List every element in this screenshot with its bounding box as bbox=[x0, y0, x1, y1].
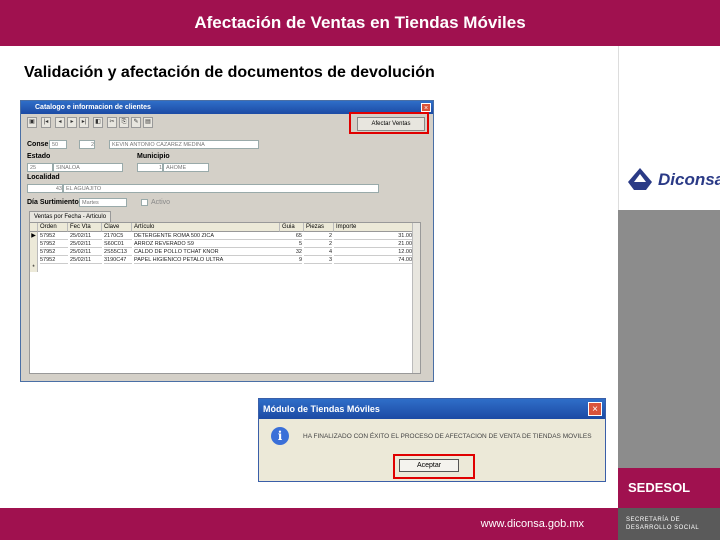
new-row-marker: * bbox=[30, 264, 38, 272]
col-importe: Importe bbox=[334, 223, 414, 232]
cell-articulo: PAPEL HIGIENICO PETALO ULTRA bbox=[134, 256, 280, 264]
diconsa-wordmark: Diconsa bbox=[658, 170, 720, 189]
first-record-icon[interactable]: |◂ bbox=[41, 117, 51, 128]
client-name-field[interactable]: KEVIN ANTONIO CAZAREZ MEDINA bbox=[109, 140, 259, 149]
prev-record-icon[interactable]: ◂ bbox=[55, 117, 65, 128]
next-record-icon[interactable]: ▸ bbox=[67, 117, 77, 128]
header-title: Afectación de Ventas en Tiendas Móviles bbox=[194, 13, 526, 32]
message-dialog: Módulo de Tiendas Móviles × i HA FINALIZ… bbox=[258, 398, 606, 482]
find-icon[interactable]: ◧ bbox=[93, 117, 103, 128]
cell-fec-vta: 25/02/11 bbox=[70, 240, 102, 248]
dialog-message: HA FINALIZADO CON ÉXITO EL PROCESO DE AF… bbox=[303, 433, 592, 440]
aceptar-highlight-box bbox=[393, 454, 475, 479]
row-marker bbox=[30, 256, 38, 264]
cell-articulo: ARROZ REVERADO S9 bbox=[134, 240, 280, 248]
info-icon: i bbox=[271, 427, 289, 445]
cell-orden: 57952 bbox=[40, 256, 68, 264]
cell-importe: 31.00 bbox=[334, 232, 412, 240]
cut-icon[interactable]: ✂ bbox=[107, 117, 117, 128]
header-bar: Afectación de Ventas en Tiendas Móviles bbox=[0, 0, 720, 46]
dia-select[interactable]: Martes bbox=[79, 198, 127, 207]
cell-clave: 3190C47 bbox=[104, 256, 132, 264]
cell-importe: 21.00 bbox=[334, 240, 412, 248]
client-catalog-title: Catalogo e informacion de clientes bbox=[35, 104, 151, 111]
col-articulo: Artículo bbox=[132, 223, 280, 232]
cell-clave: S60C01 bbox=[104, 240, 132, 248]
cell-piezas: 2 bbox=[304, 240, 332, 248]
report-icon[interactable]: ▤ bbox=[143, 117, 153, 128]
col-orden: Orden bbox=[38, 223, 68, 232]
municipio-field[interactable]: AHOME bbox=[163, 163, 209, 172]
copy-icon[interactable]: ⎘ bbox=[119, 117, 129, 128]
estado-code-field[interactable]: 25 bbox=[27, 163, 53, 172]
cell-guia: 5 bbox=[280, 240, 302, 248]
cell-articulo: CALDO DE POLLO TCHAT KNOR bbox=[134, 248, 280, 256]
cell-orden: 57952 bbox=[40, 248, 68, 256]
dia-label: Día Surtimiento bbox=[27, 199, 79, 206]
cell-clave: 2S55C13 bbox=[104, 248, 132, 256]
cell-clave: 2170C5 bbox=[104, 232, 132, 240]
message-dialog-close-button[interactable]: × bbox=[588, 402, 602, 416]
col-fec-vta: Fec Vta bbox=[68, 223, 102, 232]
cell-guia: 65 bbox=[280, 232, 302, 240]
tab-ventas-por-fecha[interactable]: Ventas por Fecha - Articulo bbox=[29, 211, 111, 222]
afectar-highlight-box bbox=[349, 112, 429, 134]
estado-label: Estado bbox=[27, 153, 51, 160]
row-marker bbox=[30, 240, 38, 248]
col-piezas: Piezas bbox=[304, 223, 334, 232]
cell-piezas: 3 bbox=[304, 256, 332, 264]
grid-scrollbar[interactable] bbox=[412, 223, 420, 373]
sales-grid: Orden Fec Vta Clave Artículo Guia Piezas… bbox=[29, 222, 421, 374]
localidad-label: Localidad bbox=[27, 174, 60, 181]
page-subtitle: Validación y afectación de documentos de… bbox=[24, 64, 435, 81]
conse-num-field[interactable]: 2 bbox=[79, 140, 95, 149]
conse-field[interactable]: 50 bbox=[49, 140, 67, 149]
activo-checkbox[interactable] bbox=[141, 199, 148, 206]
cell-importe: 74.00 bbox=[334, 256, 412, 264]
footer-bar: www.diconsa.gob.mx bbox=[0, 508, 618, 540]
municipio-label: Municipio bbox=[137, 153, 170, 160]
message-dialog-title: Módulo de Tiendas Móviles bbox=[263, 404, 380, 414]
col-guia: Guia bbox=[280, 223, 304, 232]
cell-fec-vta: 25/02/11 bbox=[70, 248, 102, 256]
current-row-marker: ▶ bbox=[30, 232, 38, 240]
municipio-code-field[interactable]: 1 bbox=[137, 163, 163, 172]
col-clave: Clave bbox=[102, 223, 132, 232]
client-catalog-close-button[interactable]: × bbox=[421, 103, 431, 112]
row-marker bbox=[30, 248, 38, 256]
client-catalog-window: Catalogo e informacion de clientes × ▣ |… bbox=[20, 100, 434, 382]
sedesol-subtitle: SECRETARÍA DE DESARROLLO SOCIAL bbox=[618, 508, 720, 540]
cell-fec-vta: 25/02/11 bbox=[70, 232, 102, 240]
save-icon[interactable]: ▣ bbox=[27, 117, 37, 128]
diconsa-logo-icon bbox=[628, 168, 652, 190]
message-dialog-titlebar: Módulo de Tiendas Móviles bbox=[259, 399, 605, 419]
localidad-code-field[interactable]: 43 bbox=[27, 184, 63, 193]
conse-label: Conse: bbox=[27, 141, 51, 148]
cell-orden: 57952 bbox=[40, 240, 68, 248]
gray-panel bbox=[618, 210, 720, 468]
localidad-field[interactable]: EL AGUAJITO bbox=[63, 184, 379, 193]
grid-corner bbox=[30, 223, 38, 232]
last-record-icon[interactable]: ▸| bbox=[79, 117, 89, 128]
activo-label: Activo bbox=[151, 199, 171, 206]
sedesol-label: SEDESOL bbox=[628, 480, 691, 495]
cell-orden: 57952 bbox=[40, 232, 68, 240]
cell-fec-vta: 25/02/11 bbox=[70, 256, 102, 264]
sedesol-logo: SEDESOL bbox=[618, 468, 720, 508]
footer-url: www.diconsa.gob.mx bbox=[480, 518, 584, 530]
edit-icon[interactable]: ✎ bbox=[131, 117, 141, 128]
cell-guia: 9 bbox=[280, 256, 302, 264]
cell-piezas: 4 bbox=[304, 248, 332, 256]
estado-field[interactable]: SINALOA bbox=[53, 163, 123, 172]
cell-importe: 12.00 bbox=[334, 248, 412, 256]
cell-guia: 32 bbox=[280, 248, 302, 256]
cell-piezas: 2 bbox=[304, 232, 332, 240]
cell-articulo: DETERGENTE ROMA 500 ZICA bbox=[134, 232, 280, 240]
